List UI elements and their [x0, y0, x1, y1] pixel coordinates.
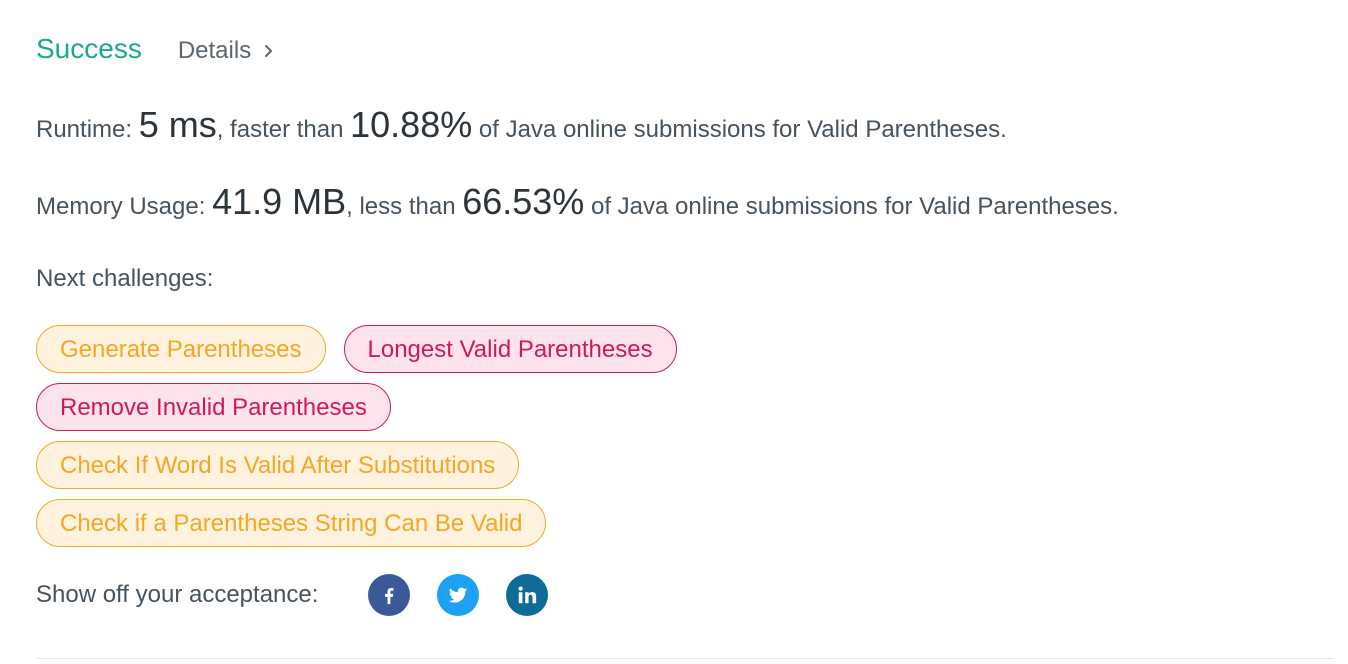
memory-percent: 66.53%	[462, 181, 585, 222]
next-challenges-list: Generate Parentheses Longest Valid Paren…	[36, 325, 796, 557]
runtime-value: 5 ms	[138, 104, 217, 145]
twitter-share-button[interactable]	[437, 574, 480, 616]
runtime-mid: , faster than	[216, 116, 351, 143]
status-text: Success	[36, 33, 142, 64]
linkedin-icon	[518, 586, 537, 604]
details-link[interactable]: Details	[178, 37, 273, 65]
challenge-chip-check-parentheses-string[interactable]: Check if a Parentheses String Can Be Val…	[36, 499, 547, 547]
linkedin-share-button[interactable]	[506, 574, 549, 616]
details-label: Details	[177, 37, 252, 64]
challenge-chip-longest-valid-parentheses[interactable]: Longest Valid Parentheses	[343, 325, 677, 373]
chevron-right-icon	[265, 45, 273, 57]
memory-mid: , less than	[346, 193, 463, 220]
chip-row: Check if a Parentheses String Can Be Val…	[36, 499, 796, 547]
facebook-icon	[385, 587, 394, 605]
runtime-suffix: of Java online submissions for Valid Par…	[472, 116, 1007, 143]
twitter-icon	[449, 587, 468, 603]
share-label: Show off your acceptance:	[36, 581, 319, 608]
next-challenges-label: Next challenges:	[36, 265, 214, 292]
challenge-chip-remove-invalid-parentheses[interactable]: Remove Invalid Parentheses	[36, 383, 391, 431]
memory-suffix: of Java online submissions for Valid Par…	[584, 193, 1119, 220]
memory-label: Memory Usage:	[36, 193, 213, 220]
runtime-stat: Runtime: 5 ms, faster than 10.88% of Jav…	[36, 104, 1007, 146]
facebook-share-button[interactable]	[368, 574, 411, 616]
share-row: Show off your acceptance:	[36, 574, 575, 616]
memory-value: 41.9 MB	[212, 181, 347, 222]
divider	[36, 658, 1334, 659]
runtime-percent: 10.88%	[350, 104, 473, 145]
chip-row: Generate Parentheses Longest Valid Paren…	[36, 325, 796, 373]
chip-row: Check If Word Is Valid After Substitutio…	[36, 441, 796, 489]
challenge-chip-check-word-valid[interactable]: Check If Word Is Valid After Substitutio…	[36, 441, 520, 489]
challenge-chip-generate-parentheses[interactable]: Generate Parentheses	[36, 325, 326, 373]
status-row: Success Details	[36, 33, 273, 65]
runtime-label: Runtime:	[36, 116, 139, 143]
memory-stat: Memory Usage: 41.9 MB, less than 66.53% …	[36, 181, 1119, 223]
chip-row: Remove Invalid Parentheses	[36, 383, 796, 431]
